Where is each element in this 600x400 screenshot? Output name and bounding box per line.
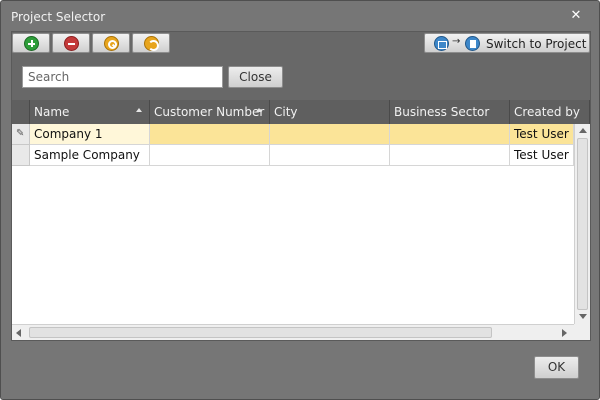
cell-business-sector[interactable]: [390, 124, 510, 145]
add-icon: [24, 36, 39, 51]
remove-button[interactable]: [52, 33, 90, 53]
arrow-right-icon: →: [452, 36, 461, 47]
scroll-left-icon[interactable]: [16, 329, 21, 337]
remove-icon: [64, 36, 79, 51]
sort-ascending-icon: [136, 108, 142, 112]
properties-button[interactable]: [92, 33, 130, 53]
pencil-icon: ✎: [16, 128, 25, 139]
close-search-button[interactable]: Close: [228, 66, 283, 88]
column-header-created-by[interactable]: Created by: [510, 100, 590, 124]
search-input[interactable]: [22, 66, 223, 88]
horizontal-scrollbar[interactable]: [12, 324, 574, 340]
vertical-scrollbar[interactable]: [574, 124, 590, 324]
switch-to-project-label: Switch to Project: [486, 37, 587, 51]
column-header-business-sector[interactable]: Business Sector: [390, 100, 510, 124]
scrollbar-corner: [574, 324, 590, 340]
cell-customer-number[interactable]: [150, 145, 270, 166]
cell-name[interactable]: Sample Company: [30, 145, 150, 166]
projects-grid: Name Customer Number City Business Secto…: [12, 100, 590, 340]
sort-ascending-icon: [256, 108, 262, 112]
selector-panel: → Switch to Project Close Name Customer …: [11, 31, 591, 341]
cell-city[interactable]: [270, 124, 390, 145]
cell-created-by[interactable]: Test User: [510, 124, 574, 145]
cell-business-sector[interactable]: [390, 145, 510, 166]
ok-button[interactable]: OK: [534, 356, 579, 379]
column-header-name[interactable]: Name: [30, 100, 150, 124]
column-header-city[interactable]: City: [270, 100, 390, 124]
close-icon[interactable]: ✕: [569, 9, 583, 23]
cell-created-by[interactable]: Test User: [510, 145, 574, 166]
row-indicator: ✎: [12, 124, 30, 145]
scroll-right-icon[interactable]: [562, 329, 567, 337]
dialog-title: Project Selector: [11, 10, 106, 24]
title-bar[interactable]: Project Selector ✕: [1, 1, 599, 31]
column-header-customer-number[interactable]: Customer Number: [150, 100, 270, 124]
table-row[interactable]: ✎ Company 1 Test User: [12, 124, 574, 145]
add-button[interactable]: [12, 33, 50, 53]
row-header-column: [12, 100, 30, 124]
table-row[interactable]: Sample Company Test User: [12, 145, 574, 166]
cell-city[interactable]: [270, 145, 390, 166]
cell-customer-number[interactable]: [150, 124, 270, 145]
refresh-icon: [144, 36, 159, 51]
row-indicator: [12, 145, 30, 166]
building-icon: [434, 36, 449, 51]
key-icon: [104, 36, 119, 51]
vertical-scroll-thumb[interactable]: [577, 138, 588, 310]
cell-name[interactable]: Company 1: [30, 124, 150, 145]
refresh-button[interactable]: [132, 33, 170, 53]
switch-to-project-button[interactable]: → Switch to Project: [424, 33, 590, 53]
scroll-up-icon[interactable]: [579, 128, 587, 133]
horizontal-scroll-thumb[interactable]: [29, 327, 492, 338]
toolbar: → Switch to Project: [12, 32, 590, 54]
scroll-down-icon[interactable]: [579, 314, 587, 319]
document-icon: [465, 36, 480, 51]
project-selector-dialog: Project Selector ✕ → Switch to Project S…: [0, 0, 600, 400]
